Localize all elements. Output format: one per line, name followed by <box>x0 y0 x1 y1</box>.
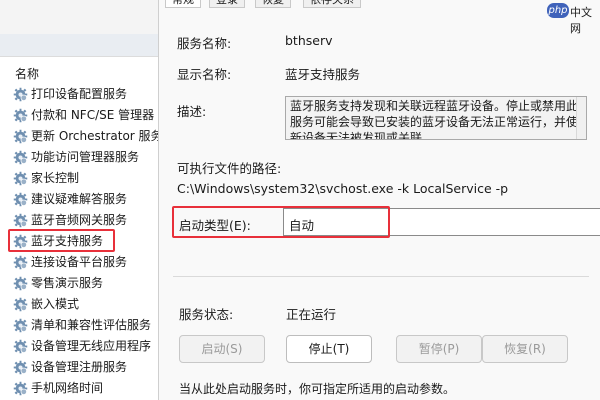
services-list-panel: 名称 打印设备配置服务付款和 NFC/SE 管理器 更新 Orchestrator… <box>0 0 160 400</box>
service-list-item-label: 嵌入模式 <box>31 297 80 311</box>
service-list-item[interactable]: 设备管理注册服务 <box>0 357 160 378</box>
service-list-item[interactable]: 设备管理无线应用程序 <box>0 336 160 357</box>
tab-general[interactable]: 常规 <box>165 0 201 8</box>
service-list-item[interactable]: 手机网络时间 <box>0 378 160 399</box>
gear-icon <box>13 318 28 333</box>
tab-dependencies[interactable]: 依存关系 <box>303 0 361 8</box>
service-list-item-label: 连接设备平台服务 <box>31 255 128 269</box>
section-divider <box>173 276 589 277</box>
gear-icon <box>13 297 28 312</box>
service-list-item[interactable]: 连接设备平台服务 <box>0 252 160 273</box>
display-name-label: 显示名称: <box>177 67 232 82</box>
service-list-item-label: 蓝牙音频网关服务 <box>31 213 128 227</box>
service-list-item-label: 设备管理无线应用程序 <box>31 339 152 353</box>
service-list-item-label: 手机网络时间 <box>31 381 104 395</box>
service-list-item-label: 打印设备配置服务 <box>31 87 128 101</box>
pause-button[interactable]: 暂停(P) <box>396 335 482 363</box>
stop-button[interactable]: 停止(T) <box>286 335 372 363</box>
service-list-item-label: 清单和兼容性评估服务 <box>31 318 152 332</box>
service-list-item-label: 更新 Orchestrator 服务 <box>31 129 160 143</box>
service-status-label: 服务状态: <box>179 307 234 322</box>
name-column-header-label: 名称 <box>15 67 40 81</box>
gear-icon <box>13 87 28 102</box>
service-list-item[interactable]: 付款和 NFC/SE 管理器 <box>0 105 160 126</box>
exe-path-value: C:\Windows\system32\svchost.exe -k Local… <box>177 181 509 196</box>
gear-icon <box>13 150 28 165</box>
exe-path-label: 可执行文件的路径: <box>177 161 282 176</box>
service-name-label: 服务名称: <box>177 36 232 51</box>
tab-recovery[interactable]: 恢复 <box>255 0 291 8</box>
service-list-item[interactable]: 功能访问管理器服务 <box>0 147 160 168</box>
watermark-text: 中文网 <box>570 6 592 35</box>
description-textbox[interactable]: 蓝牙服务支持发现和关联远程蓝牙设备。停止或禁用此服务可能会导致已安装的蓝牙设备无… <box>285 96 587 140</box>
display-name-value: 蓝牙支持服务 <box>285 67 361 82</box>
gear-icon <box>13 129 28 144</box>
start-params-hint: 当从此处启动服务时，你可指定所适用的启动参数。 <box>179 382 456 396</box>
service-list-item-label: 零售演示服务 <box>31 276 104 290</box>
service-list-item[interactable]: 嵌入模式 <box>0 294 160 315</box>
service-name-value: bthserv <box>285 33 333 48</box>
gear-icon <box>13 255 28 270</box>
name-column-header[interactable]: 名称 <box>0 56 160 84</box>
service-properties-dialog: 常规 登录 恢复 依存关系 服务名称: bthserv 显示名称: 蓝牙支持服务… <box>158 0 600 400</box>
service-list-item[interactable]: 更新 Orchestrator 服务 <box>0 126 160 147</box>
service-list-item-label: 付款和 NFC/SE 管理器 <box>31 108 155 122</box>
service-list-item-label: 建议疑难解答服务 <box>31 192 128 206</box>
service-list-item-label: 功能访问管理器服务 <box>31 150 140 164</box>
gear-icon <box>13 192 28 207</box>
services-list-top-area <box>0 0 160 34</box>
service-list-item-label: 设备管理注册服务 <box>31 360 128 374</box>
description-scrollbar[interactable] <box>576 97 586 139</box>
gear-icon <box>13 360 28 375</box>
service-list-item-label: 家长控制 <box>31 171 80 185</box>
startup-type-highlight <box>172 206 390 238</box>
tab-logon[interactable]: 登录 <box>209 0 245 8</box>
service-list-item[interactable]: 零售演示服务 <box>0 273 160 294</box>
service-list-item[interactable]: 建议疑难解答服务 <box>0 189 160 210</box>
gear-icon <box>13 381 28 396</box>
service-list-item[interactable]: 清单和兼容性评估服务 <box>0 315 160 336</box>
description-text: 蓝牙服务支持发现和关联远程蓝牙设备。停止或禁用此服务可能会导致已安装的蓝牙设备无… <box>290 99 579 140</box>
watermark-badge: php <box>547 3 569 18</box>
service-list-item[interactable]: 蓝牙音频网关服务 <box>0 210 160 231</box>
selected-service-highlight <box>8 229 115 252</box>
gear-icon <box>13 276 28 291</box>
gear-icon <box>13 339 28 354</box>
gear-icon <box>13 213 28 228</box>
gear-icon <box>13 108 28 123</box>
start-button[interactable]: 启动(S) <box>179 335 265 363</box>
service-list-item[interactable]: 家长控制 <box>0 168 160 189</box>
service-list-item[interactable]: 打印设备配置服务 <box>0 84 160 105</box>
description-label: 描述: <box>177 104 207 119</box>
gear-icon <box>13 171 28 186</box>
resume-button[interactable]: 恢复(R) <box>482 335 568 363</box>
service-status-value: 正在运行 <box>286 307 337 322</box>
services-list-band <box>0 34 160 56</box>
site-watermark: php 中文网 <box>547 2 599 35</box>
